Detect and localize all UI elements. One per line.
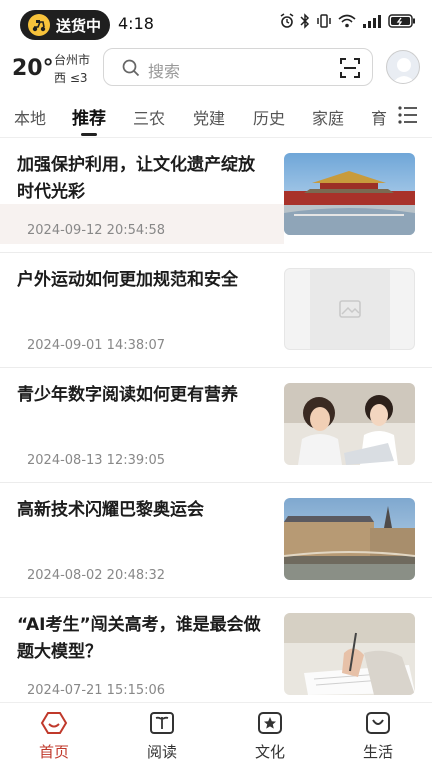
home-icon: [40, 712, 68, 734]
nav-life-label: 生活: [362, 743, 393, 761]
nav-culture-label: 文化: [254, 743, 285, 761]
temperature: 20°: [12, 56, 54, 81]
book-icon: [150, 712, 174, 734]
news-date: 2024-08-02 20:48:32: [27, 568, 166, 583]
active-tab-indicator: [81, 133, 97, 136]
news-title[interactable]: 户外运动如何更加规范和安全: [17, 267, 267, 294]
city-name[interactable]: 台州市: [54, 53, 90, 68]
delivery-status-pill[interactable]: 送货中: [20, 10, 110, 40]
news-thumbnail-paris[interactable]: [284, 498, 415, 580]
news-thumbnail-reading[interactable]: [284, 383, 415, 465]
news-item[interactable]: “AI考生”闯关高考，谁是最会做题大模型？ 2024-07-21 15:15:0…: [0, 598, 432, 702]
delivery-label: 送货中: [56, 16, 102, 35]
alarm-icon: [280, 13, 294, 28]
news-date: 2024-07-21 15:15:06: [27, 683, 166, 698]
news-date: 2024-09-12 20:54:58: [27, 223, 166, 238]
nav-home-label: 首页: [38, 743, 69, 761]
vibrate-icon: [317, 14, 331, 28]
bluetooth-icon: [300, 13, 310, 29]
tab-history[interactable]: 历史: [253, 105, 285, 129]
tab-agriculture[interactable]: 三农: [133, 105, 165, 129]
nav-reading[interactable]: 阅读: [132, 709, 192, 762]
status-bar: 送货中 4:18: [0, 0, 432, 48]
news-thumbnail-placeholder[interactable]: [284, 268, 415, 350]
signal-icon: [363, 15, 381, 28]
wifi-icon: [338, 14, 356, 28]
scooter-icon: [28, 14, 50, 36]
nav-reading-label: 阅读: [146, 743, 177, 761]
tab-family[interactable]: 家庭: [312, 105, 344, 129]
news-item[interactable]: 户外运动如何更加规范和安全 2024-09-01 14:38:07: [0, 253, 432, 368]
search-placeholder: 搜索: [148, 62, 181, 81]
news-date: 2024-08-13 12:39:05: [27, 453, 166, 468]
scan-icon[interactable]: [340, 58, 360, 78]
news-title[interactable]: “AI考生”闯关高考，谁是最会做题大模型？: [17, 612, 267, 666]
news-title[interactable]: 青少年数字阅读如何更有营养: [17, 382, 267, 409]
system-icons: [280, 13, 416, 29]
user-avatar-icon: [392, 58, 416, 83]
bottom-navigation: 首页 阅读 文化 生活: [0, 702, 432, 768]
image-placeholder-icon: [338, 300, 361, 318]
clock: 4:18: [118, 14, 154, 33]
tab-recommend[interactable]: 推荐: [72, 104, 106, 129]
news-date: 2024-09-01 14:38:07: [27, 338, 166, 353]
nav-life[interactable]: 生活: [348, 709, 408, 762]
top-header: 20° 台州市 西 ≤3 搜索: [0, 48, 432, 92]
news-title[interactable]: 加强保护利用，让文化遗产绽放时代光彩: [17, 152, 267, 206]
news-thumbnail-exam[interactable]: [284, 613, 415, 695]
news-item[interactable]: 青少年数字阅读如何更有营养 2024-08-13 12:39:05: [0, 368, 432, 483]
news-thumbnail-palace[interactable]: [284, 153, 415, 235]
nav-home[interactable]: 首页: [24, 709, 84, 762]
news-item[interactable]: 高新技术闪耀巴黎奥运会 2024-08-02 20:48:32: [0, 483, 432, 598]
news-item[interactable]: 加强保护利用，让文化遗产绽放时代光彩 2024-09-12 20:54:58: [0, 138, 432, 253]
category-tabs: 本地 推荐 三农 党建 历史 家庭 育: [0, 92, 432, 138]
star-box-icon: [258, 712, 282, 734]
news-title[interactable]: 高新技术闪耀巴黎奥运会: [17, 497, 267, 524]
tab-local[interactable]: 本地: [14, 105, 46, 129]
menu-list-icon[interactable]: [398, 106, 418, 124]
tab-party[interactable]: 党建: [193, 105, 225, 129]
search-icon: [122, 59, 140, 77]
battery-icon: [388, 14, 415, 28]
avatar[interactable]: [386, 50, 420, 84]
nav-culture[interactable]: 文化: [240, 709, 300, 762]
bag-icon: [366, 712, 390, 734]
wind-info: 西 ≤3: [54, 71, 88, 85]
tab-education[interactable]: 育: [371, 105, 387, 129]
search-bar[interactable]: 搜索: [103, 48, 373, 86]
news-feed: 加强保护利用，让文化遗产绽放时代光彩 2024-09-12 20:54:58 户…: [0, 138, 432, 702]
